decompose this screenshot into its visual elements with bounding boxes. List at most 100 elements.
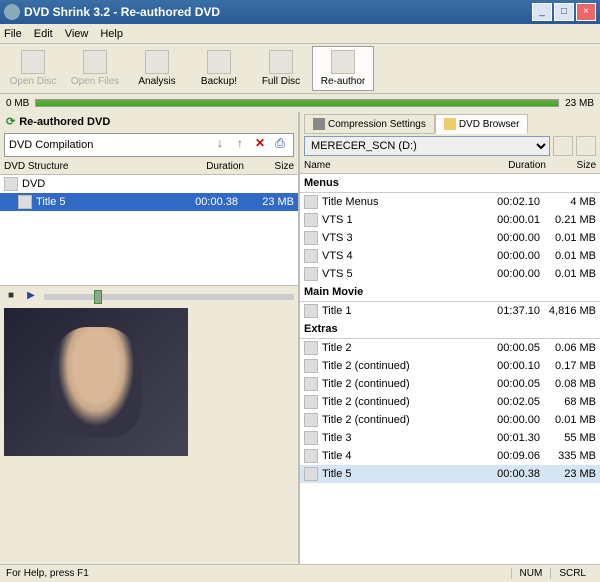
view-options-button[interactable]: [576, 136, 596, 156]
window-title: DVD Shrink 3.2 - Re-authored DVD: [24, 5, 530, 19]
fulldisc-icon: [269, 50, 293, 74]
stop-button[interactable]: ■: [4, 290, 18, 304]
preview-frame-face: [51, 327, 141, 437]
minimize-button[interactable]: _: [532, 3, 552, 21]
tab-compression[interactable]: Compression Settings: [304, 114, 435, 134]
title-icon: [304, 431, 318, 445]
compilation-input[interactable]: [9, 139, 209, 151]
size-bar: 0 MB 23 MB: [0, 94, 600, 112]
play-button[interactable]: ▶: [24, 290, 38, 304]
size-right: 23 MB: [565, 98, 594, 109]
section-header: Main Movie: [300, 283, 600, 302]
files-icon: [83, 50, 107, 74]
down-button[interactable]: ↓: [211, 136, 229, 154]
menu-view[interactable]: View: [65, 28, 89, 40]
title-icon: [304, 213, 318, 227]
backup-icon: [207, 50, 231, 74]
list-item[interactable]: VTS 400:00.000.01 MB: [300, 247, 600, 265]
size-left: 0 MB: [6, 98, 29, 109]
folder-up-button[interactable]: [553, 136, 573, 156]
opendisc-button[interactable]: Open Disc: [2, 46, 64, 91]
menu-edit[interactable]: Edit: [34, 28, 53, 40]
col-structure[interactable]: DVD Structure: [4, 161, 184, 172]
title-icon: [304, 395, 318, 409]
tab-dvd-browser[interactable]: DVD Browser: [435, 114, 529, 134]
list-item[interactable]: Title 2 (continued)00:00.000.01 MB: [300, 411, 600, 429]
backup-button[interactable]: Backup!: [188, 46, 250, 91]
title-icon: [304, 359, 318, 373]
dvd-root-row[interactable]: DVD: [0, 175, 298, 193]
titlebar: DVD Shrink 3.2 - Re-authored DVD _ □ ×: [0, 0, 600, 24]
gear-icon: [313, 118, 325, 130]
compilation-bar: ↓ ↑ ✕ ⎙: [4, 133, 294, 157]
title-icon: [304, 267, 318, 281]
left-panel-header: ⟳ Re-authored DVD: [0, 112, 298, 131]
list-item[interactable]: Title 500:00.3823 MB: [300, 465, 600, 483]
list-item[interactable]: Title 2 (continued)00:02.0568 MB: [300, 393, 600, 411]
list-item[interactable]: Title 200:00.050.06 MB: [300, 339, 600, 357]
list-item[interactable]: Title 400:09.06335 MB: [300, 447, 600, 465]
title-icon: [304, 449, 318, 463]
preview-slider[interactable]: [44, 294, 294, 300]
preview-panel: ■ ▶: [0, 285, 298, 564]
status-help: For Help, press F1: [6, 568, 89, 579]
list-item[interactable]: VTS 100:00.010.21 MB: [300, 211, 600, 229]
slider-thumb[interactable]: [94, 290, 102, 304]
close-button[interactable]: ×: [576, 3, 596, 21]
menubar: File Edit View Help: [0, 24, 600, 44]
maximize-button[interactable]: □: [554, 3, 574, 21]
folder-icon: [444, 118, 456, 130]
col-name[interactable]: Name: [304, 160, 486, 171]
title-icon: [304, 195, 318, 209]
trim-button[interactable]: ⎙: [271, 136, 289, 154]
menu-help[interactable]: Help: [100, 28, 123, 40]
section-header: Extras: [300, 320, 600, 339]
col-size[interactable]: Size: [244, 161, 294, 172]
toolbar: Open Disc Open Files Analysis Backup! Fu…: [0, 44, 600, 94]
analysis-button[interactable]: Analysis: [126, 46, 188, 91]
title-icon: [304, 377, 318, 391]
fulldisc-button[interactable]: Full Disc: [250, 46, 312, 91]
col-duration-r[interactable]: Duration: [486, 160, 546, 171]
right-list-header: Name Duration Size: [300, 158, 600, 174]
left-list-header: DVD Structure Duration Size: [0, 159, 298, 175]
title-icon: [18, 195, 32, 209]
right-tabs: Compression Settings DVD Browser: [300, 112, 600, 134]
title-icon: [304, 467, 318, 481]
list-item[interactable]: Title 300:01.3055 MB: [300, 429, 600, 447]
list-item[interactable]: VTS 500:00.000.01 MB: [300, 265, 600, 283]
col-size-r[interactable]: Size: [546, 160, 596, 171]
title-icon: [304, 304, 318, 318]
col-duration[interactable]: Duration: [184, 161, 244, 172]
openfiles-button[interactable]: Open Files: [64, 46, 126, 91]
drive-select[interactable]: MERECER_SCN (D:): [304, 136, 550, 156]
delete-button[interactable]: ✕: [251, 136, 269, 154]
up-button[interactable]: ↑: [231, 136, 249, 154]
title5-row[interactable]: Title 5 00:00.38 23 MB: [0, 193, 298, 211]
reauthor-icon: [331, 50, 355, 74]
reauthor-button[interactable]: Re-author: [312, 46, 374, 91]
right-list: MenusTitle Menus00:02.104 MBVTS 100:00.0…: [300, 174, 600, 564]
title-icon: [304, 249, 318, 263]
title-icon: [304, 231, 318, 245]
preview-image: [4, 308, 188, 456]
menu-file[interactable]: File: [4, 28, 22, 40]
status-bar: For Help, press F1 NUM SCRL: [0, 564, 600, 582]
list-item[interactable]: Title 2 (continued)00:00.100.17 MB: [300, 357, 600, 375]
list-item[interactable]: Title 101:37.104,816 MB: [300, 302, 600, 320]
disc-icon: [21, 50, 45, 74]
list-item[interactable]: Title 2 (continued)00:00.050.08 MB: [300, 375, 600, 393]
disc-icon: [4, 177, 18, 191]
reload-icon: ⟳: [6, 115, 15, 128]
section-header: Menus: [300, 174, 600, 193]
list-item[interactable]: VTS 300:00.000.01 MB: [300, 229, 600, 247]
title-icon: [304, 413, 318, 427]
status-num: NUM: [511, 568, 551, 579]
analysis-icon: [145, 50, 169, 74]
app-icon: [4, 4, 20, 20]
size-progress: [35, 99, 559, 107]
drive-bar: MERECER_SCN (D:): [304, 136, 596, 156]
left-list: DVD Title 5 00:00.38 23 MB: [0, 175, 298, 285]
list-item[interactable]: Title Menus00:02.104 MB: [300, 193, 600, 211]
status-scrl: SCRL: [550, 568, 594, 579]
